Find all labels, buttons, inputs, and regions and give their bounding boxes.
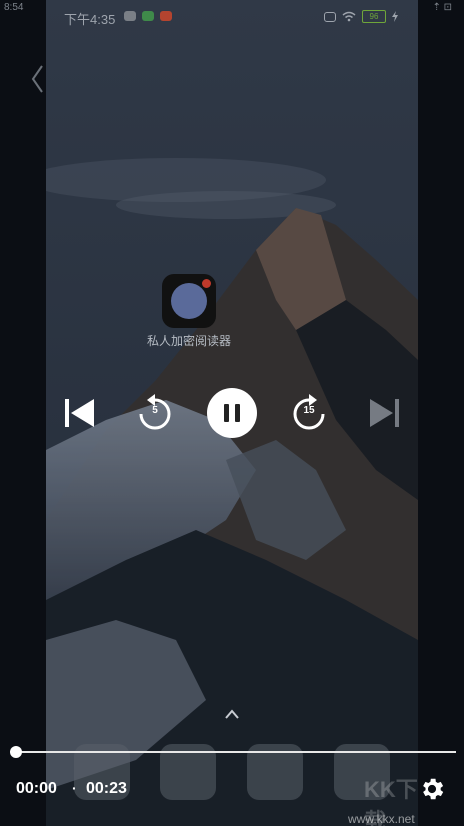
duration: 00:23 <box>86 780 127 797</box>
skip-previous-icon[interactable] <box>54 388 104 438</box>
outer-status-icons: ⇡ ⊡ <box>432 2 452 13</box>
forward-seconds: 15 <box>303 405 315 416</box>
watermark-url: www.kkx.net <box>348 812 415 826</box>
reader-avatar-icon <box>171 283 207 319</box>
chevron-left-icon[interactable] <box>30 64 44 94</box>
seek-track[interactable] <box>16 751 456 753</box>
charging-icon <box>392 11 398 22</box>
inner-system-icons: 96 <box>324 10 398 23</box>
outer-clock: 8:54 <box>4 2 24 13</box>
forward-button[interactable]: 15 <box>284 388 334 438</box>
pause-button[interactable] <box>207 388 257 438</box>
app-notification-icon <box>142 11 154 21</box>
rewind-seconds: 5 <box>152 405 158 416</box>
seek-thumb[interactable] <box>10 746 22 758</box>
message-icon <box>160 11 172 21</box>
inner-clock: 下午4:35 <box>64 12 116 27</box>
battery-indicator: 96 <box>362 10 386 23</box>
skip-next-icon[interactable] <box>360 388 410 438</box>
sim-icon <box>324 11 336 22</box>
current-time: 00:00 <box>16 780 57 797</box>
inner-status-bar: 下午4:35 96 <box>64 8 398 27</box>
sync-icon <box>124 11 136 21</box>
app-label: 私人加密阅读器 <box>146 334 231 348</box>
video-player-screen: 8:54 ⇡ ⊡ 下午4:35 96 私人加密阅读器 5 15 KK下载 www… <box>0 0 464 826</box>
wifi-icon <box>342 11 356 22</box>
gear-icon[interactable] <box>418 775 446 803</box>
time-separator: · <box>72 780 77 796</box>
rewind-button[interactable]: 5 <box>130 388 180 438</box>
chevron-up-icon[interactable] <box>224 708 240 720</box>
seek-bar[interactable] <box>10 746 456 758</box>
notification-badge <box>202 279 211 288</box>
app-icon-private-reader[interactable] <box>162 274 216 328</box>
inner-notification-icons <box>124 11 172 21</box>
